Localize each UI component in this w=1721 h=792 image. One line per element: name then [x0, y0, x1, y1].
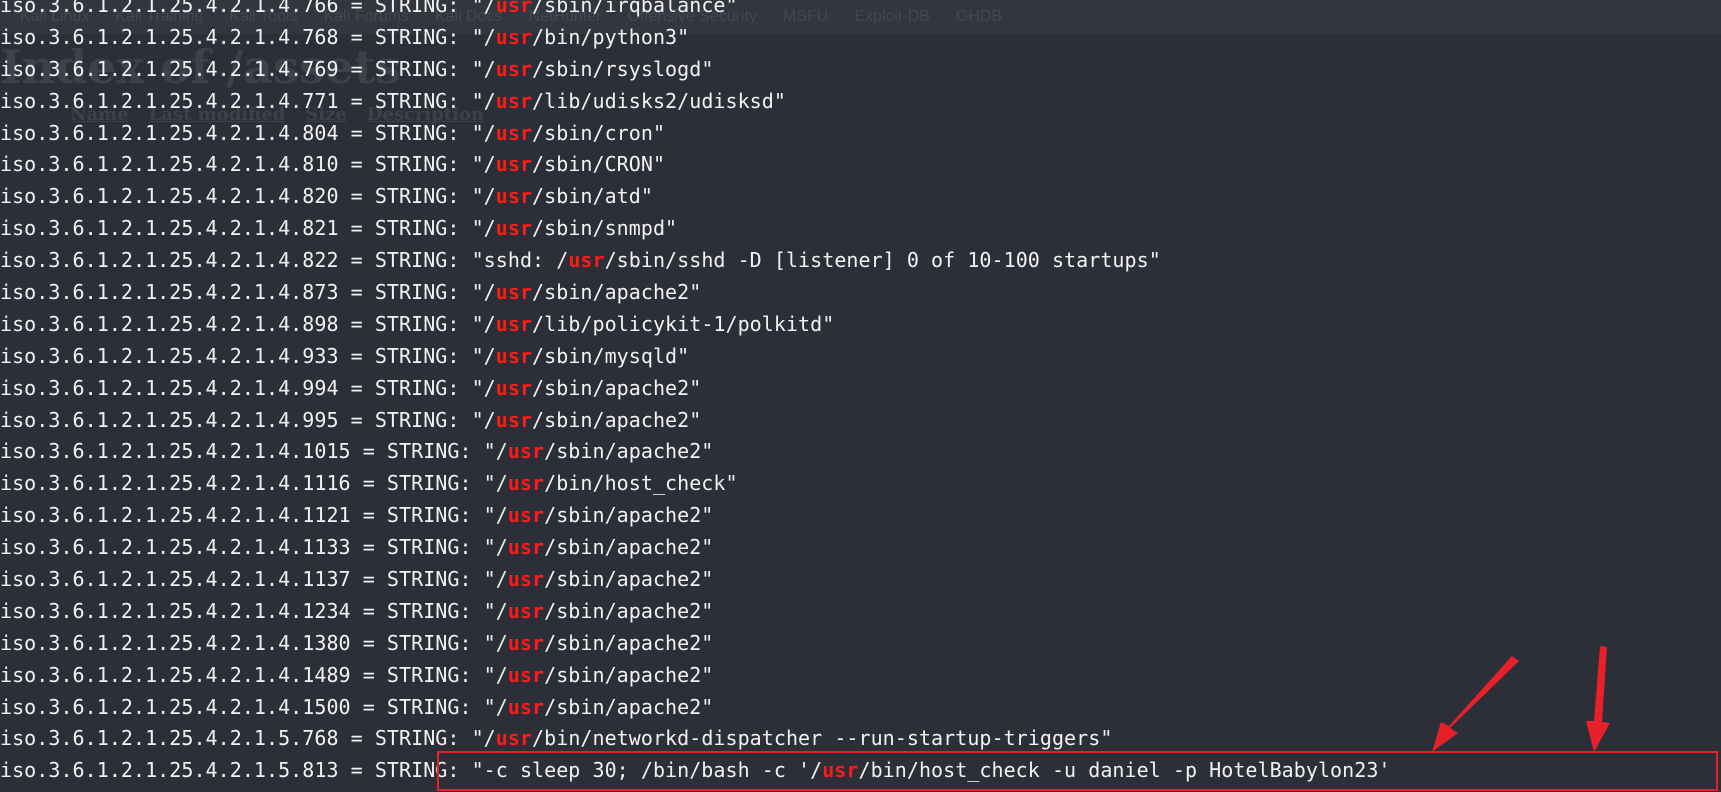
arrow-to-username [1432, 656, 1519, 752]
arrow-to-password [1586, 646, 1610, 752]
annotation-arrows [1432, 646, 1610, 752]
